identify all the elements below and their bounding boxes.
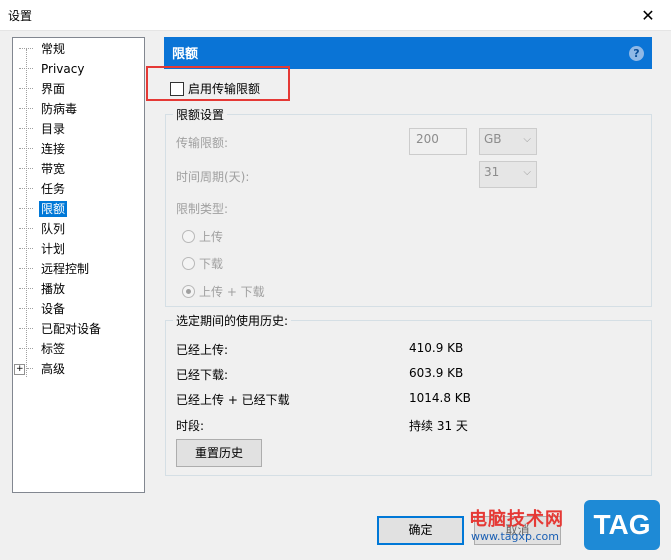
watermark-site-url: www.tagxp.com	[471, 530, 559, 543]
total-label: 已经上传 + 已经下载	[176, 393, 290, 407]
quota-settings-legend: 限额设置	[173, 106, 228, 123]
downloaded-value: 603.9 KB	[409, 366, 464, 380]
usage-history-legend: 选定期间的使用历史:	[173, 312, 292, 329]
tree-item-label: 任务	[41, 182, 66, 196]
tag-logo: TAG	[584, 500, 660, 550]
tree-item-label: 设备	[41, 302, 66, 316]
tree-item-remote-control[interactable]: 远程控制	[19, 260, 91, 278]
tree-item-antivirus[interactable]: 防病毒	[19, 100, 79, 118]
tree-item-label: 连接	[41, 142, 66, 156]
tree-item-label: 高级	[41, 362, 66, 376]
uploaded-value: 410.9 KB	[409, 341, 464, 355]
tree-item-advanced[interactable]: 高级	[14, 360, 67, 378]
enable-quota-checkbox[interactable]	[170, 81, 184, 96]
tree-item-connection[interactable]: 连接	[19, 140, 67, 158]
chevron-down-icon: ⌵	[523, 134, 531, 145]
panel-title: 限额	[172, 47, 199, 62]
tree-item-label: 远程控制	[41, 262, 90, 276]
tree-item-quota[interactable]: 限额	[19, 200, 68, 218]
tree-item-label: 防病毒	[41, 102, 78, 116]
tree-item-devices[interactable]: 设备	[19, 300, 67, 318]
radio-upload-download[interactable]: 上传 + 下载	[182, 283, 265, 300]
tree-item-schedule[interactable]: 计划	[19, 240, 67, 258]
transfer-unit-value: GB	[484, 132, 502, 146]
chevron-down-icon: ⌵	[523, 167, 531, 178]
reset-history-button[interactable]: 重置历史	[176, 439, 262, 467]
tree-item-label: 标签	[41, 342, 66, 356]
transfer-limit-label: 传输限额:	[176, 136, 229, 150]
uploaded-label: 已经上传:	[176, 343, 229, 357]
tree-item-tasks[interactable]: 任务	[19, 180, 67, 198]
radio-download-circle[interactable]	[182, 257, 195, 270]
downloaded-label: 已经下载:	[176, 368, 229, 382]
total-value: 1014.8 KB	[409, 391, 471, 405]
enable-quota-checkbox-row[interactable]: 启用传输限额	[170, 80, 260, 97]
tree-item-label: 目录	[41, 122, 66, 136]
panel-header: 限额 ?	[164, 37, 652, 69]
radio-upload-download-circle[interactable]	[182, 285, 195, 298]
settings-tree: 常规 Privacy 界面 防病毒 目录 连接 带宽 任务 限额 队列 计划 远…	[12, 37, 145, 493]
period-days-select[interactable]: 31 ⌵	[479, 161, 537, 188]
limit-type-label: 限制类型:	[176, 202, 229, 216]
radio-upload-download-label: 上传 + 下载	[199, 285, 265, 299]
window-title: 设置	[8, 9, 33, 23]
period-label: 时段:	[176, 419, 205, 433]
tree-item-label: 队列	[41, 222, 66, 236]
tree-item-paired-devices[interactable]: 已配对设备	[19, 320, 103, 338]
tree-item-label: 带宽	[41, 162, 66, 176]
watermark-site-name: 电脑技术网	[469, 509, 564, 530]
tree-item-queue[interactable]: 队列	[19, 220, 67, 238]
radio-upload[interactable]: 上传	[182, 228, 223, 245]
period-days-label: 时间周期(天):	[176, 170, 250, 184]
tree-item-labels[interactable]: 标签	[19, 340, 67, 358]
period-days-value: 31	[484, 165, 500, 179]
tree-item-label: 计划	[41, 242, 66, 256]
period-value: 持续 31 天	[409, 419, 468, 433]
tree-item-bandwidth[interactable]: 带宽	[19, 160, 67, 178]
radio-upload-circle[interactable]	[182, 230, 195, 243]
tree-item-playback[interactable]: 播放	[19, 280, 67, 298]
help-icon[interactable]: ?	[629, 46, 644, 61]
tree-item-label: Privacy	[41, 62, 85, 76]
radio-download[interactable]: 下载	[182, 255, 223, 272]
tree-item-label: 限额	[39, 201, 68, 217]
radio-download-label: 下载	[199, 257, 224, 271]
enable-quota-label: 启用传输限额	[188, 82, 261, 96]
tree-item-label: 常规	[41, 42, 66, 56]
transfer-unit-select[interactable]: GB ⌵	[479, 128, 537, 155]
tree-item-general[interactable]: 常规	[19, 40, 67, 58]
tree-item-label: 已配对设备	[41, 322, 102, 336]
ok-button[interactable]: 确定	[377, 516, 464, 545]
tree-item-interface[interactable]: 界面	[19, 80, 67, 98]
tree-item-label: 播放	[41, 282, 66, 296]
tree-item-label: 界面	[41, 82, 66, 96]
expand-plus-icon[interactable]	[14, 363, 25, 375]
tree-item-directories[interactable]: 目录	[19, 120, 67, 138]
close-icon[interactable]: ✕	[625, 0, 671, 30]
window-titlebar: 设置 ✕	[0, 0, 671, 31]
radio-upload-label: 上传	[199, 230, 224, 244]
tree-item-privacy[interactable]: Privacy	[19, 60, 86, 78]
transfer-limit-input[interactable]: 200	[409, 128, 467, 155]
